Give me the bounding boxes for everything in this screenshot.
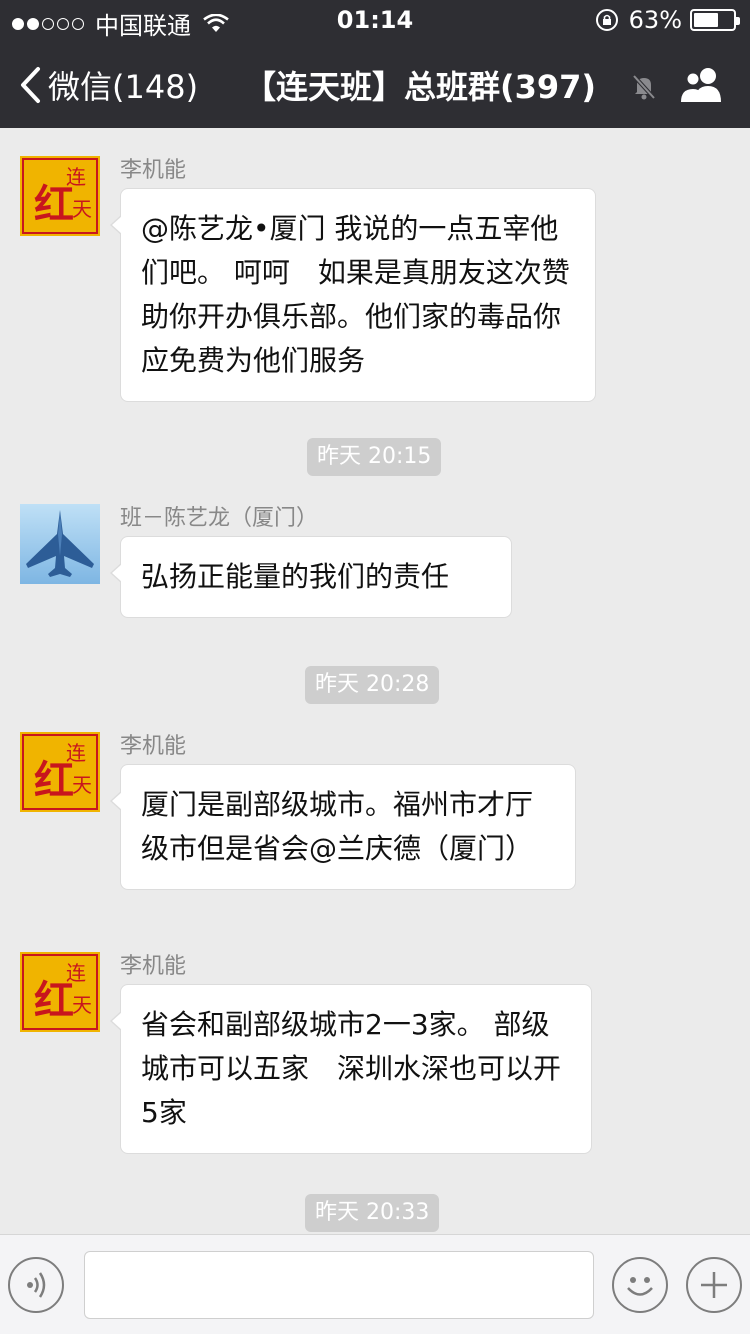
voice-icon — [27, 1272, 46, 1298]
battery-cap — [736, 17, 740, 25]
voice-input-button[interactable] — [8, 1257, 64, 1313]
more-functions-button[interactable] — [686, 1257, 742, 1313]
avatar-glyph: 连 — [66, 961, 86, 985]
back-label: 微信(148) — [48, 68, 199, 106]
rotation-lock-icon — [595, 9, 618, 31]
message-bubble[interactable]: 省会和副部级城市2一3家。 部级城市可以五家 深圳水深也可以开5家 — [110, 984, 592, 1154]
sender-name: 李机能 — [120, 954, 187, 979]
message-input[interactable] — [84, 1251, 594, 1319]
plus-icon — [701, 1272, 727, 1298]
message-bubble[interactable]: @陈艺龙•厦门 我说的一点五宰他们吧。 呵呵 如果是真朋友这次赞助你开办俱乐部。… — [110, 188, 596, 402]
message-bubble[interactable]: 厦门是副部级城市。福州市才厅级市但是省会@兰庆德（厦门） — [110, 764, 576, 890]
timestamp: 昨天 20:15 — [307, 438, 442, 476]
avatar[interactable]: 红 连 天 — [20, 732, 100, 812]
emoji-button[interactable] — [612, 1257, 668, 1313]
sender-name: 班－陈艺龙（厦门） — [120, 506, 319, 531]
battery-level — [694, 13, 718, 27]
red-calligraphy-avatar: 红 连 天 — [20, 732, 100, 812]
nav-bar: 微信(148) 【连天班】总班群(397) — [0, 40, 750, 128]
timestamp: 昨天 20:33 — [305, 1194, 440, 1232]
sender-name: 李机能 — [120, 158, 187, 183]
smiley-icon — [627, 1277, 653, 1296]
avatar-glyph: 连 — [66, 741, 86, 765]
avatar-glyph: 天 — [72, 197, 92, 221]
status-bar: 中国联通 01:14 63% — [0, 0, 750, 40]
avatar-glyph: 天 — [72, 993, 92, 1017]
chat-history[interactable]: 红 连 天 李机能 @陈艺龙•厦门 我说的一点五宰他们吧。 呵呵 如果是真朋友这… — [0, 128, 750, 1234]
chat-title: 【连天班】总班群(397) — [244, 68, 597, 106]
input-bar — [0, 1234, 750, 1334]
chevron-left-icon — [21, 67, 40, 103]
avatar[interactable] — [20, 504, 100, 584]
fighter-jet-avatar — [20, 504, 100, 584]
red-calligraphy-avatar: 红 连 天 — [20, 952, 100, 1032]
timestamp: 昨天 20:28 — [305, 666, 440, 704]
avatar[interactable]: 红 连 天 — [20, 156, 100, 236]
message-bubble[interactable]: 弘扬正能量的我们的责任 — [110, 536, 512, 618]
sender-name: 李机能 — [120, 734, 187, 759]
red-calligraphy-avatar: 红 连 天 — [20, 156, 100, 236]
mute-bell-icon — [632, 74, 656, 100]
avatar[interactable]: 红 连 天 — [20, 952, 100, 1032]
battery-percent: 63% — [628, 6, 682, 34]
avatar-glyph: 连 — [66, 165, 86, 189]
back-button[interactable]: 微信(148) — [18, 62, 198, 108]
group-members-icon[interactable] — [678, 64, 726, 104]
avatar-glyph: 天 — [72, 773, 92, 797]
battery-icon — [690, 9, 740, 31]
status-right: 63% — [595, 6, 740, 34]
